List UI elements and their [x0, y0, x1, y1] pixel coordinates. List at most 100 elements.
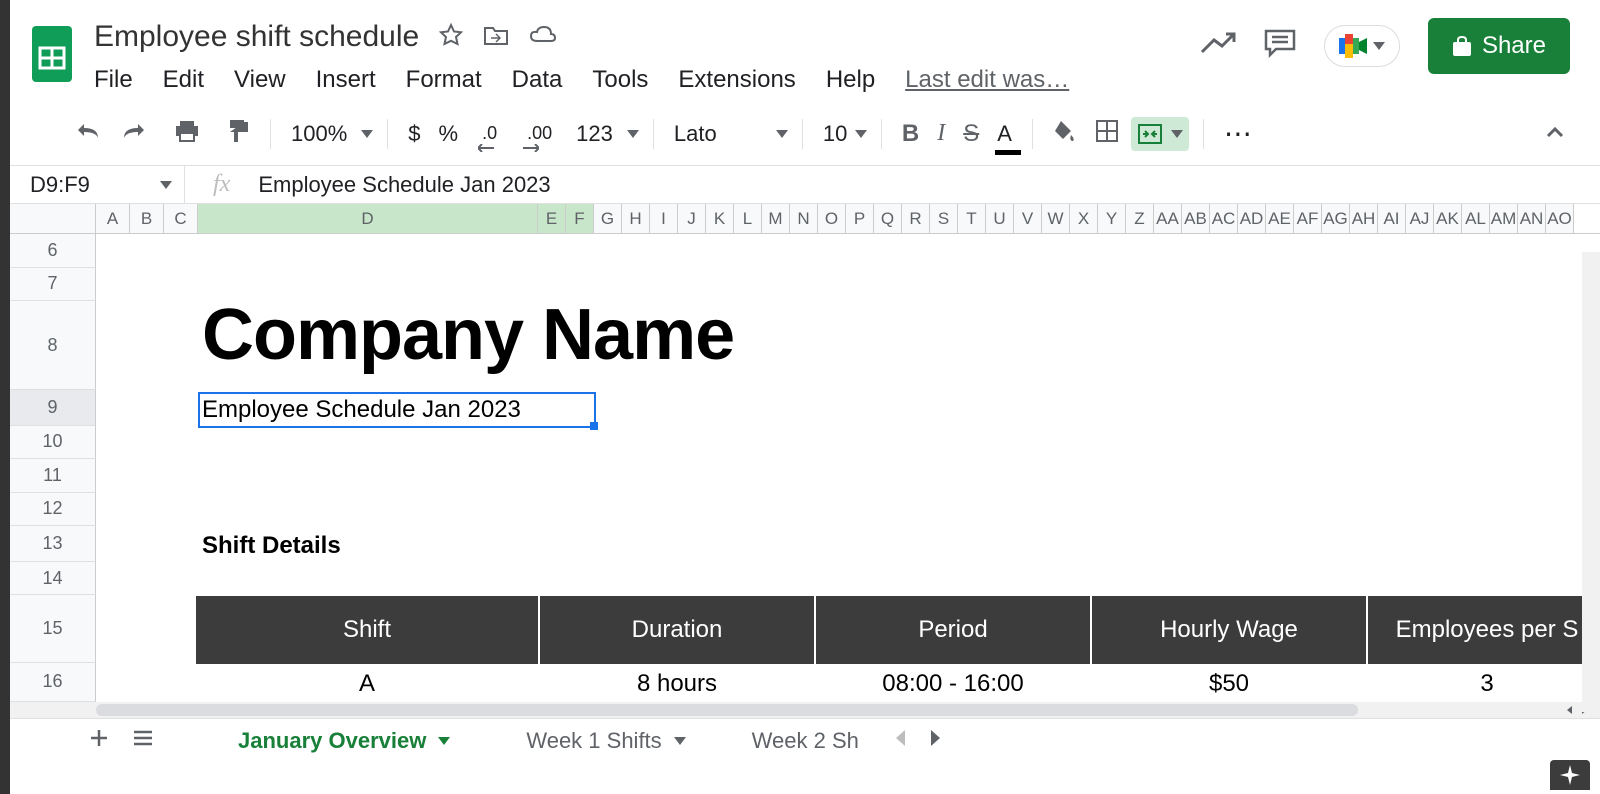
row-header-15[interactable]: 15	[10, 595, 96, 662]
col-header-AK[interactable]: AK	[1434, 204, 1462, 233]
col-header-E[interactable]: E	[538, 204, 566, 233]
select-all-corner[interactable]	[10, 204, 96, 233]
comments-icon[interactable]	[1264, 29, 1296, 64]
row-header-13[interactable]: 13	[10, 526, 96, 562]
tab-scroll-left-icon[interactable]	[885, 720, 915, 761]
formula-input[interactable]: Employee Schedule Jan 2023	[258, 172, 550, 198]
zoom-dropdown[interactable]: 100%	[285, 121, 373, 147]
col-header-H[interactable]: H	[622, 204, 650, 233]
menu-format[interactable]: Format	[406, 66, 482, 94]
col-header-L[interactable]: L	[734, 204, 762, 233]
col-header-AE[interactable]: AE	[1266, 204, 1294, 233]
col-header-X[interactable]: X	[1070, 204, 1098, 233]
share-button[interactable]: Share	[1428, 18, 1570, 74]
col-header-AB[interactable]: AB	[1182, 204, 1210, 233]
percent-button[interactable]: %	[433, 121, 465, 147]
col-header-AN[interactable]: AN	[1518, 204, 1546, 233]
number-format-dropdown[interactable]: 123	[570, 121, 639, 147]
col-header-AD[interactable]: AD	[1238, 204, 1266, 233]
sheet-tab-january-overview[interactable]: January Overview	[218, 718, 470, 764]
row-header-16[interactable]: 16	[10, 663, 96, 702]
col-header-Q[interactable]: Q	[874, 204, 902, 233]
text-color-button[interactable]: A	[991, 115, 1018, 153]
col-header-F[interactable]: F	[566, 204, 594, 233]
horizontal-scrollbar[interactable]	[10, 702, 1600, 718]
col-header-AA[interactable]: AA	[1154, 204, 1182, 233]
row-header-7[interactable]: 7	[10, 268, 96, 302]
menu-file[interactable]: File	[94, 66, 133, 94]
menu-view[interactable]: View	[234, 66, 286, 94]
explore-button[interactable]	[1550, 760, 1590, 790]
col-header-C[interactable]: C	[164, 204, 198, 233]
col-header-V[interactable]: V	[1014, 204, 1042, 233]
row-header-14[interactable]: 14	[10, 562, 96, 596]
italic-button[interactable]: I	[931, 114, 951, 153]
col-header-I[interactable]: I	[650, 204, 678, 233]
activity-icon[interactable]	[1200, 32, 1236, 61]
strikethrough-button[interactable]: S	[957, 114, 985, 154]
col-header-R[interactable]: R	[902, 204, 930, 233]
selection-handle[interactable]	[590, 422, 598, 430]
sheet-tab-week1[interactable]: Week 1 Shifts	[506, 718, 705, 764]
more-toolbar-button[interactable]: ⋯	[1218, 117, 1260, 150]
col-header-B[interactable]: B	[130, 204, 164, 233]
borders-button[interactable]	[1089, 113, 1125, 154]
menu-data[interactable]: Data	[512, 66, 563, 94]
fill-color-button[interactable]	[1047, 113, 1083, 154]
undo-icon[interactable]	[70, 116, 108, 151]
sheet-tab-week2[interactable]: Week 2 Sh	[732, 718, 879, 764]
col-header-K[interactable]: K	[706, 204, 734, 233]
col-header-N[interactable]: N	[790, 204, 818, 233]
decrease-decimal-button[interactable]: .0	[470, 117, 509, 150]
add-sheet-icon[interactable]	[80, 719, 118, 762]
row-header-9[interactable]: 9	[10, 390, 96, 426]
row-header-8[interactable]: 8	[10, 301, 96, 390]
font-size-dropdown[interactable]: 10	[817, 121, 867, 147]
font-dropdown[interactable]: Lato	[668, 121, 788, 147]
document-title[interactable]: Employee shift schedule	[94, 20, 419, 54]
row-header-10[interactable]: 10	[10, 426, 96, 460]
col-header-T[interactable]: T	[958, 204, 986, 233]
cloud-icon[interactable]	[529, 25, 557, 50]
col-header-M[interactable]: M	[762, 204, 790, 233]
star-icon[interactable]	[439, 23, 463, 52]
currency-button[interactable]: $	[402, 121, 426, 147]
col-header-A[interactable]: A	[96, 204, 130, 233]
move-icon[interactable]	[483, 24, 509, 51]
bold-button[interactable]: B	[896, 114, 925, 154]
col-header-AH[interactable]: AH	[1350, 204, 1378, 233]
col-header-AC[interactable]: AC	[1210, 204, 1238, 233]
col-header-J[interactable]: J	[678, 204, 706, 233]
name-box[interactable]: D9:F9	[10, 166, 185, 203]
menu-edit[interactable]: Edit	[163, 66, 204, 94]
merge-cells-dropdown[interactable]	[1131, 117, 1189, 151]
vertical-scrollbar[interactable]	[1582, 252, 1600, 712]
row-header-12[interactable]: 12	[10, 493, 96, 527]
menu-extensions[interactable]: Extensions	[678, 66, 795, 94]
tab-scroll-right-icon[interactable]	[921, 720, 951, 761]
row-header-6[interactable]: 6	[10, 234, 96, 268]
menu-tools[interactable]: Tools	[592, 66, 648, 94]
redo-icon[interactable]	[114, 116, 152, 151]
col-header-Z[interactable]: Z	[1126, 204, 1154, 233]
increase-decimal-button[interactable]: .00	[515, 117, 564, 150]
col-header-D[interactable]: D	[198, 204, 538, 233]
cells-area[interactable]: Company Name Employee Schedule Jan 2023 …	[96, 234, 1600, 702]
col-header-S[interactable]: S	[930, 204, 958, 233]
col-header-AO[interactable]: AO	[1546, 204, 1574, 233]
row-header-11[interactable]: 11	[10, 459, 96, 493]
col-header-O[interactable]: O	[818, 204, 846, 233]
print-icon[interactable]	[168, 113, 206, 154]
menu-insert[interactable]: Insert	[316, 66, 376, 94]
last-edit-link[interactable]: Last edit was…	[905, 66, 1069, 94]
col-header-AI[interactable]: AI	[1378, 204, 1406, 233]
col-header-G[interactable]: G	[594, 204, 622, 233]
paint-format-icon[interactable]	[222, 112, 256, 155]
col-header-U[interactable]: U	[986, 204, 1014, 233]
col-header-AF[interactable]: AF	[1294, 204, 1322, 233]
col-header-P[interactable]: P	[846, 204, 874, 233]
collapse-toolbar-icon[interactable]	[1540, 119, 1570, 149]
col-header-AJ[interactable]: AJ	[1406, 204, 1434, 233]
col-header-AL[interactable]: AL	[1462, 204, 1490, 233]
col-header-AM[interactable]: AM	[1490, 204, 1518, 233]
